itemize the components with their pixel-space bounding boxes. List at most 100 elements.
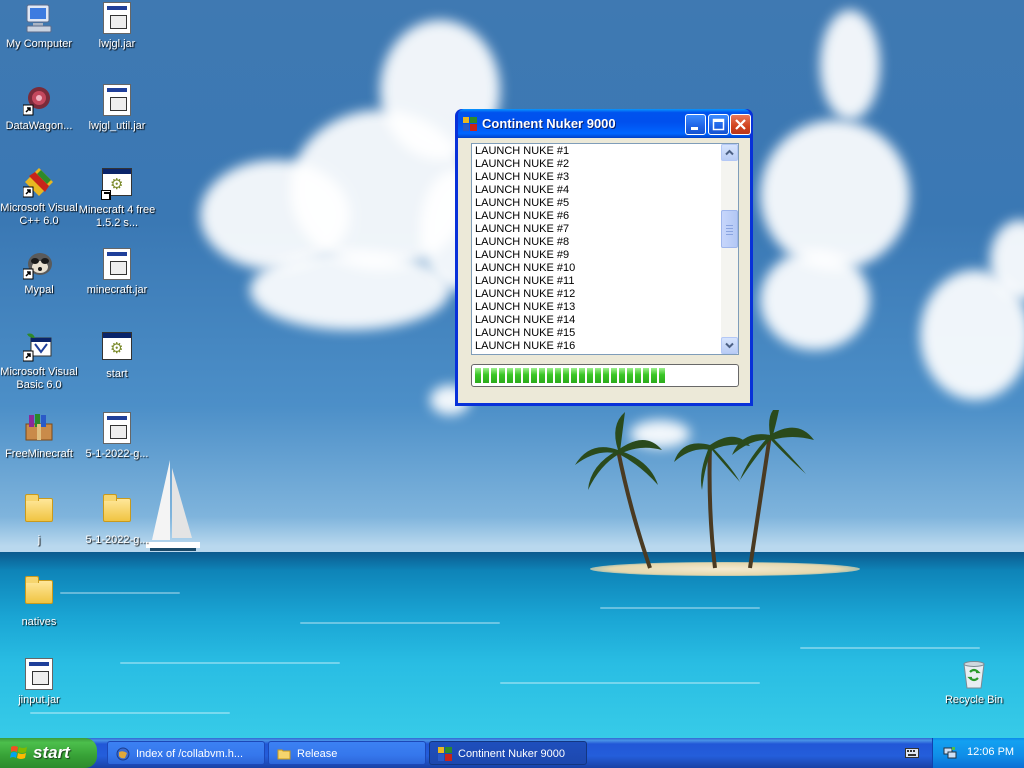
close-icon (735, 119, 746, 130)
progress-block (619, 368, 625, 383)
listbox-scrollbar[interactable] (721, 144, 738, 354)
desktop-icon-lwjgl-util-jar[interactable]: lwjgl_util.jar (78, 84, 156, 133)
progress-block (475, 368, 481, 383)
sea (0, 552, 1024, 738)
list-item[interactable]: LAUNCH NUKE #16 (475, 340, 718, 353)
application-shortcut-icon (101, 168, 133, 200)
desktop-icon-label: jinput.jar (18, 694, 60, 706)
jar-file-icon (101, 2, 133, 34)
app-window-icon (463, 117, 477, 131)
desktop-icon-my-computer[interactable]: My Computer (0, 2, 78, 51)
list-item[interactable]: LAUNCH NUKE #8 (475, 236, 718, 249)
list-item[interactable]: LAUNCH NUKE #9 (475, 249, 718, 262)
desktop-icon-5-1-2022-folder[interactable]: 5-1-2022-g... (78, 494, 156, 547)
windows-logo-icon (10, 746, 27, 759)
start-button[interactable]: start (0, 738, 97, 768)
desktop-icon-freeminecraft[interactable]: FreeMinecraft (0, 412, 78, 461)
visual-cpp-shortcut-icon (23, 168, 53, 198)
list-item[interactable]: LAUNCH NUKE #13 (475, 301, 718, 314)
scroll-up-button[interactable] (721, 144, 738, 161)
desktop-icon-minecraft-4-free[interactable]: Minecraft 4 free 1.5.2 s... (78, 166, 156, 230)
taskbar-button-continent-nuker[interactable]: Continent Nuker 9000 (429, 741, 587, 765)
list-item[interactable]: LAUNCH NUKE #1 (475, 145, 718, 158)
progress-block (515, 368, 521, 383)
list-item[interactable]: LAUNCH NUKE #12 (475, 288, 718, 301)
jar-file-icon (101, 84, 133, 116)
mypal-shortcut-icon (23, 253, 52, 280)
progress-block (483, 368, 489, 383)
progress-fill (475, 368, 735, 383)
network-icon[interactable] (943, 746, 957, 760)
start-label: start (33, 743, 70, 762)
desktop-icon-visual-basic[interactable]: Microsoft Visual Basic 6.0 (0, 330, 78, 392)
jar-file-icon (101, 248, 133, 280)
keyboard-icon[interactable] (905, 747, 919, 759)
taskbar-button-browser[interactable]: Index of /collabvm.h... (107, 741, 265, 765)
list-item[interactable]: LAUNCH NUKE #10 (475, 262, 718, 275)
system-tray: 12:06 PM (932, 738, 1024, 768)
desktop-icon-label: natives (21, 616, 57, 628)
app-window-icon (438, 747, 452, 761)
desktop-icon-visual-cpp[interactable]: Microsoft Visual C++ 6.0 (0, 166, 78, 228)
desktop-icon-jinput-jar[interactable]: jinput.jar (0, 658, 78, 707)
maximize-button[interactable] (708, 114, 729, 135)
close-button[interactable] (730, 114, 751, 135)
jar-file-icon (23, 658, 55, 690)
nuke-listbox[interactable]: LAUNCH NUKE #1 LAUNCH NUKE #2 LAUNCH NUKE … (471, 143, 739, 355)
desktop-icon-datawagon[interactable]: DataWagon... (0, 84, 78, 133)
progress-block (643, 368, 649, 383)
listbox-items: LAUNCH NUKE #1 LAUNCH NUKE #2 LAUNCH NUKE … (472, 144, 721, 354)
progress-block (491, 368, 497, 383)
desktop-icon-folder-j[interactable]: j (0, 494, 78, 547)
recycle-bin-icon (963, 661, 985, 689)
visual-basic-shortcut-icon (23, 333, 52, 362)
desktop-icon-label: My Computer (5, 38, 73, 50)
minimize-button[interactable] (685, 114, 706, 135)
desktop-icon-label: lwjgl_util.jar (88, 120, 146, 132)
palm-trees-image (575, 410, 814, 569)
desktop-icon-5-1-2022-jar[interactable]: 5-1-2022-g... (78, 412, 156, 461)
desktop-icon-folder-natives[interactable]: natives (0, 576, 78, 629)
my-computer-icon (26, 4, 52, 33)
progress-block (547, 368, 553, 383)
maximize-icon (712, 118, 725, 131)
desktop-icon-label: 5-1-2022-g... (85, 448, 149, 460)
list-item[interactable]: LAUNCH NUKE #7 (475, 223, 718, 236)
scrollbar-thumb[interactable] (721, 210, 738, 248)
list-item[interactable]: LAUNCH NUKE #11 (475, 275, 718, 288)
progress-block (627, 368, 633, 383)
launch-progress-bar (471, 364, 739, 387)
list-item[interactable]: LAUNCH NUKE #3 (475, 171, 718, 184)
list-item[interactable]: LAUNCH NUKE #4 (475, 184, 718, 197)
taskbar-button-release[interactable]: Release (268, 741, 426, 765)
progress-block (595, 368, 601, 383)
progress-block (611, 368, 617, 383)
list-item[interactable]: LAUNCH NUKE #2 (475, 158, 718, 171)
folder-icon (23, 576, 55, 612)
list-item[interactable]: LAUNCH NUKE #5 (475, 197, 718, 210)
desktop-icon-label: Microsoft Visual C++ 6.0 (0, 202, 78, 227)
progress-block (539, 368, 545, 383)
desktop-icon-start[interactable]: start (78, 330, 156, 381)
desktop-icon-recycle-bin[interactable]: Recycle Bin (935, 658, 1013, 707)
desktop-icon-minecraft-jar[interactable]: minecraft.jar (78, 248, 156, 297)
desktop: My Computer DataWagon... Microsoft Visua… (0, 0, 1024, 738)
window-titlebar[interactable]: Continent Nuker 9000 (458, 109, 751, 138)
desktop-icon-label: 5-1-2022-g... (85, 534, 149, 546)
desktop-icon-lwjgl-jar[interactable]: lwjgl.jar (78, 2, 156, 51)
list-item[interactable]: LAUNCH NUKE #6 (475, 210, 718, 223)
scroll-down-button[interactable] (721, 337, 738, 354)
list-item[interactable]: LAUNCH NUKE #15 (475, 327, 718, 340)
desktop-icon-label: Minecraft 4 free 1.5.2 s... (78, 204, 156, 229)
progress-block (651, 368, 657, 383)
taskbar: start Index of /collabvm.h... Release Co… (0, 738, 1024, 768)
progress-block (523, 368, 529, 383)
taskbar-button-label: Index of /collabvm.h... (136, 748, 243, 760)
taskbar-clock[interactable]: 12:06 PM (967, 746, 1014, 758)
progress-block (531, 368, 537, 383)
list-item[interactable]: LAUNCH NUKE #14 (475, 314, 718, 327)
progress-block (659, 368, 665, 383)
application-icon (101, 332, 133, 364)
desktop-icon-mypal[interactable]: Mypal (0, 248, 78, 297)
chevron-up-icon (725, 149, 734, 156)
